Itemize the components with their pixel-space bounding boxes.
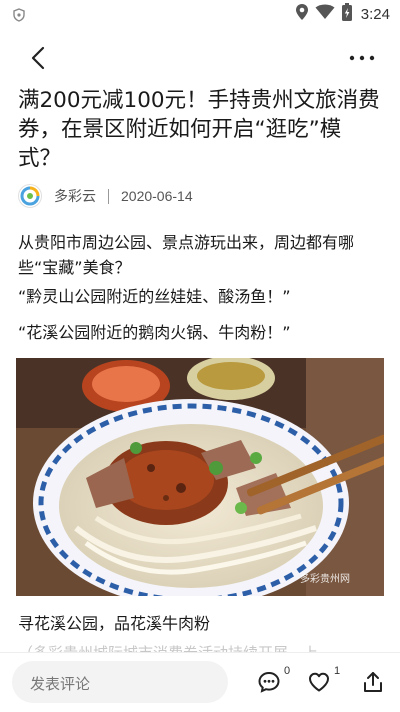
heart-icon xyxy=(309,672,329,692)
paragraph: 从贵阳市周边公园、景点游玩出来，周边都有哪些“宝藏”美食？ xyxy=(18,233,355,277)
comment-button[interactable] xyxy=(256,669,282,695)
more-horizontal-icon xyxy=(349,55,375,61)
comment-placeholder: 发表评论 xyxy=(30,675,91,693)
battery-charging-icon xyxy=(341,2,353,26)
nav-bar xyxy=(0,36,400,80)
notification-shield-icon xyxy=(12,7,26,22)
bottom-action-bar: 发表评论 0 1 xyxy=(0,652,400,712)
comment-input[interactable]: 发表评论 xyxy=(12,661,228,703)
article-photo-beef-noodles[interactable] xyxy=(16,358,384,596)
wifi-icon xyxy=(315,4,335,24)
share-icon xyxy=(364,672,382,692)
back-button[interactable] xyxy=(24,44,52,72)
like-button[interactable] xyxy=(306,669,332,695)
meta-divider xyxy=(108,188,109,204)
comment-count: 0 xyxy=(284,665,291,677)
paragraph: “花溪公园附近的鹅肉火锅、牛肉粉！” xyxy=(18,323,291,342)
author-avatar[interactable] xyxy=(18,184,42,208)
status-time: 3:24 xyxy=(360,5,390,23)
paragraph: “黔灵山公园附近的丝娃娃、酸汤鱼！” xyxy=(18,287,291,306)
publish-date: 2020-06-14 xyxy=(121,188,193,204)
author-name[interactable]: 多彩云 xyxy=(54,186,96,206)
location-pin-icon xyxy=(295,3,309,25)
article-meta: 多彩云 2020-06-14 xyxy=(18,183,193,209)
chevron-left-icon xyxy=(31,46,45,70)
photo-watermark: 多彩贵州网 xyxy=(300,574,350,585)
more-options-button[interactable] xyxy=(346,44,378,72)
share-button[interactable] xyxy=(360,669,386,695)
photo-caption: 寻花溪公园，品花溪牛肉粉 xyxy=(18,614,211,633)
article-title: 满200元减100元！手持贵州文旅消费券，在景区附近如何开启“逛吃”模式？ xyxy=(18,88,380,171)
author-logo-icon xyxy=(20,186,40,206)
like-count: 1 xyxy=(334,665,341,677)
status-bar: 3:24 xyxy=(0,0,400,28)
comment-bubble-icon xyxy=(258,671,280,693)
status-icons: 3:24 xyxy=(295,2,390,26)
